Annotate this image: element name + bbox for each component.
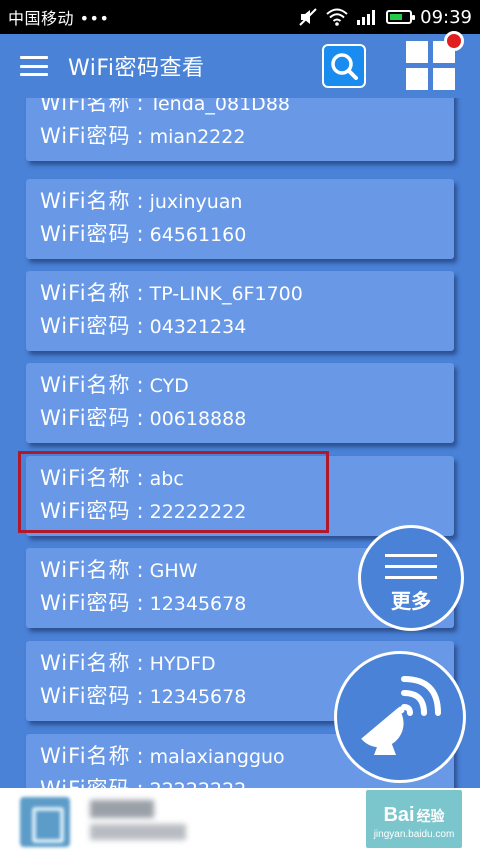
search-button[interactable]	[322, 44, 366, 88]
grid-menu-button[interactable]	[406, 31, 464, 91]
carrier-label: 中国移动 •••	[8, 9, 110, 28]
wifi-password: mian2222	[149, 126, 246, 148]
status-icons: 09:39	[298, 7, 472, 28]
search-icon	[331, 53, 358, 80]
wifi-password: 12345678	[149, 686, 247, 708]
wifi-password: 04321234	[149, 316, 247, 338]
wifi-card[interactable]: WiFi名称: CYD WiFi密码:00618888	[26, 363, 454, 443]
wifi-password: 64561160	[149, 224, 247, 246]
wifi-name: Tenda_081D88	[149, 98, 290, 115]
wifi-password: 22222222	[150, 774, 247, 788]
highlight-box	[18, 451, 329, 533]
menu-lines-icon	[385, 554, 437, 557]
ad-title-blurred	[90, 800, 154, 818]
battery-icon	[386, 10, 416, 24]
grid-icon	[406, 41, 428, 63]
wifi-card[interactable]: WiFi名称: Tenda_081D88 WiFi密码: mian2222	[26, 98, 454, 161]
wifi-card[interactable]: WiFi名称: TP-LINK_6F1700 WiFi密码:04321234	[26, 271, 454, 351]
wifi-name: malaxiangguo	[149, 746, 285, 768]
wifi-name: GHW	[149, 560, 198, 582]
clock: 09:39	[420, 6, 472, 28]
status-bar: 中国移动 ••• 09:39	[0, 0, 480, 34]
wifi-password: 00618888	[149, 408, 247, 430]
wifi-card[interactable]: WiFi名称: juxinyuan WiFi密码:64561160	[26, 179, 454, 259]
wifi-name: HYDFD	[149, 653, 216, 675]
ad-subtitle-blurred	[90, 824, 186, 840]
wifi-signal-icon	[326, 8, 348, 26]
cell-signal-icon	[357, 10, 376, 25]
baidu-watermark: Bai 经验 jingyan.baidu.com	[366, 790, 462, 848]
wifi-name: juxinyuan	[149, 191, 243, 213]
more-button[interactable]: 更多	[358, 525, 464, 631]
wifi-name: CYD	[149, 375, 189, 397]
ad-banner[interactable]: Bai 经验 jingyan.baidu.com	[0, 788, 480, 853]
hamburger-icon[interactable]	[20, 56, 48, 76]
satellite-button[interactable]	[334, 651, 466, 783]
wifi-password: 12345678	[149, 593, 247, 615]
ad-app-icon	[20, 797, 70, 847]
mute-icon	[299, 8, 317, 26]
app-title: WiFi密码查看	[68, 56, 205, 81]
satellite-dish-icon	[361, 676, 441, 755]
app-bar: WiFi密码查看	[0, 31, 480, 98]
notification-badge	[444, 31, 464, 51]
wifi-name: TP-LINK_6F1700	[149, 283, 303, 305]
more-label: 更多	[391, 589, 431, 613]
